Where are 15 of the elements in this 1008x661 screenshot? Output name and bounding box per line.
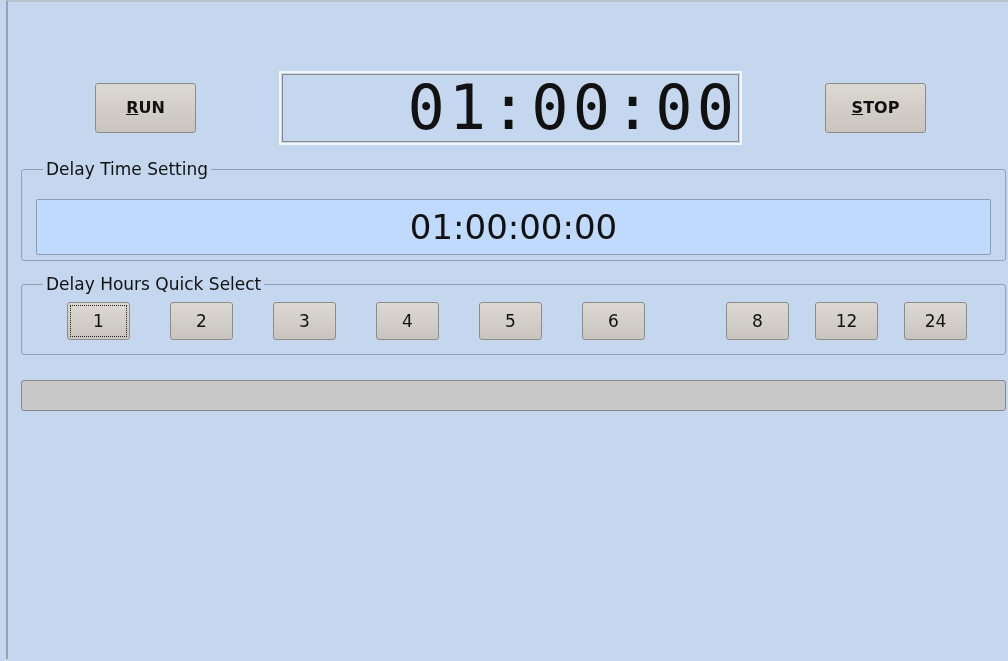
hours-button[interactable]: 3 <box>273 302 336 340</box>
group-title: Delay Time Setting <box>45 159 210 179</box>
hours-button[interactable]: 1 <box>67 302 130 340</box>
hours-button[interactable]: 12 <box>815 302 878 340</box>
hours-button[interactable]: 6 <box>582 302 645 340</box>
hours-button[interactable]: 8 <box>726 302 789 340</box>
hours-button[interactable]: 24 <box>904 302 967 340</box>
stop-button[interactable]: STOP <box>825 82 926 133</box>
run-button[interactable]: RUN <box>95 82 196 133</box>
time-display: 01:00:00 <box>279 70 742 145</box>
hours-button[interactable]: 5 <box>479 302 542 340</box>
hours-button[interactable]: 4 <box>376 302 439 340</box>
group-title: Delay Hours Quick Select <box>45 274 263 294</box>
hours-button[interactable]: 2 <box>170 302 233 340</box>
delay-time-field[interactable]: 01:00:00:00 <box>36 199 991 255</box>
